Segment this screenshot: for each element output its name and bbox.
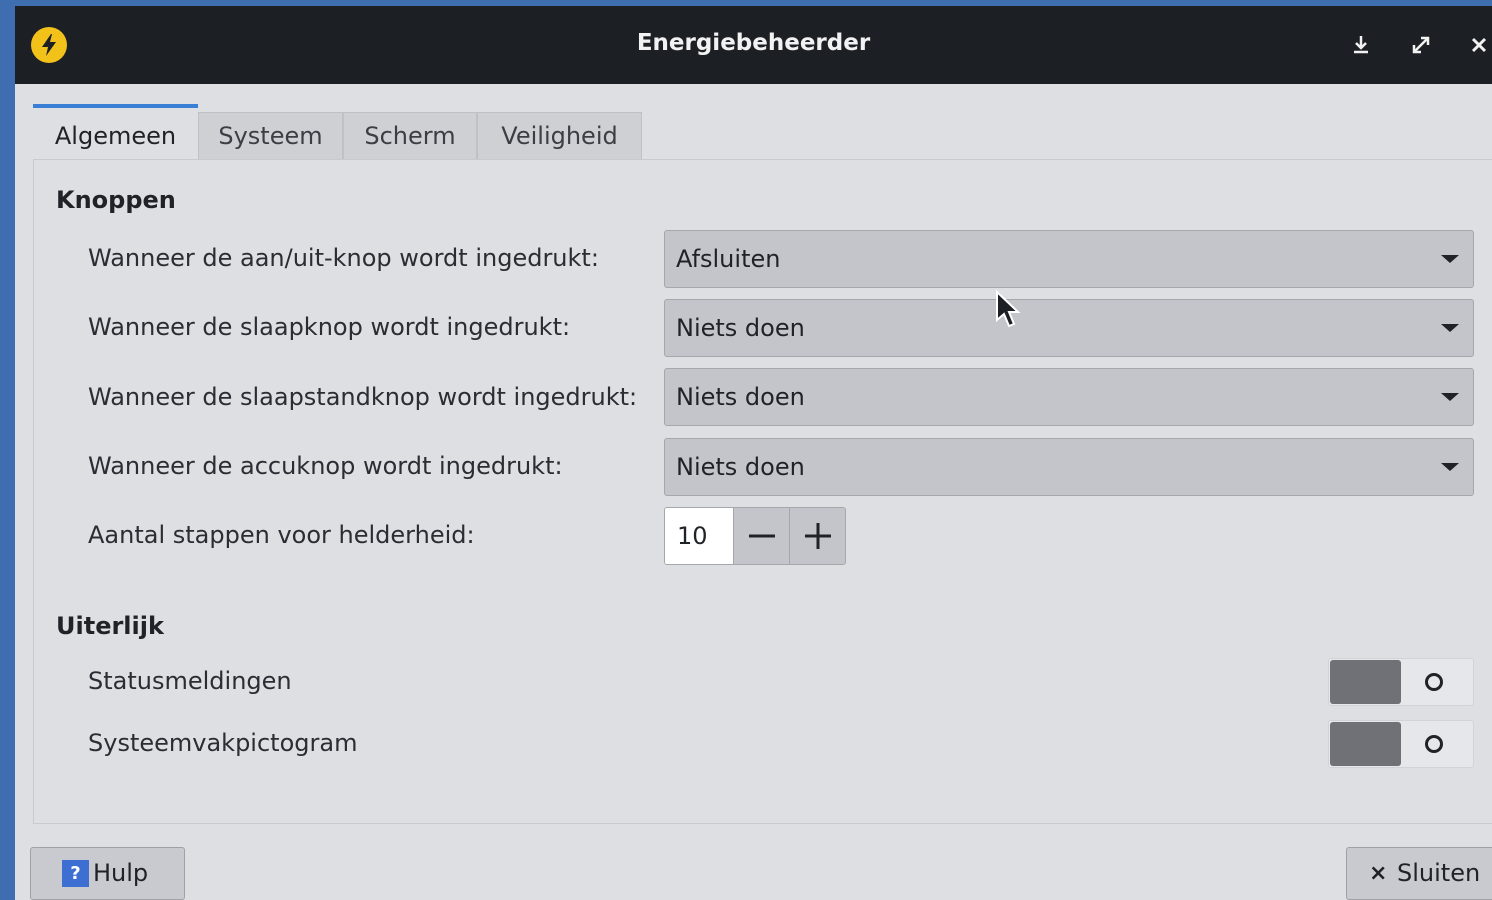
maximize-icon[interactable] xyxy=(1408,32,1434,58)
mouse-pointer-icon xyxy=(995,289,1021,334)
dropdown-value: Niets doen xyxy=(676,314,805,342)
section-heading-uiterlijk: Uiterlijk xyxy=(56,612,164,640)
power-manager-window: Energiebeheerder Algemeen Systeem Scherm… xyxy=(15,6,1492,900)
dropdown-value: Niets doen xyxy=(676,383,805,411)
tab-algemeen[interactable]: Algemeen xyxy=(33,104,198,160)
status-notifications-toggle[interactable] xyxy=(1328,658,1474,706)
chevron-down-icon xyxy=(1441,324,1459,332)
section-heading-knoppen: Knoppen xyxy=(56,186,176,214)
chevron-down-icon xyxy=(1441,393,1459,401)
power-button-dropdown[interactable]: Afsluiten xyxy=(664,230,1474,288)
brightness-steps-input[interactable]: 10 xyxy=(665,508,733,564)
toggle-knob xyxy=(1330,660,1401,704)
dropdown-value: Afsluiten xyxy=(676,245,781,273)
toggle-off-icon xyxy=(1425,673,1443,691)
increment-button[interactable] xyxy=(789,508,845,564)
close-icon[interactable] xyxy=(1466,32,1492,58)
chevron-down-icon xyxy=(1441,463,1459,471)
power-button-label: Wanneer de aan/uit-knop wordt ingedrukt: xyxy=(88,244,599,272)
help-button[interactable]: ? Hulp xyxy=(30,847,185,900)
minimize-icon[interactable] xyxy=(1348,32,1374,58)
tab-systeem[interactable]: Systeem xyxy=(198,112,343,159)
close-x-icon: × xyxy=(1369,861,1388,886)
chevron-down-icon xyxy=(1441,255,1459,263)
tab-veiligheid[interactable]: Veiligheid xyxy=(477,112,642,159)
toggle-knob xyxy=(1330,722,1401,766)
tab-scherm[interactable]: Scherm xyxy=(343,112,477,159)
help-button-label: Hulp xyxy=(93,859,149,887)
sleep-button-dropdown[interactable]: Niets doen xyxy=(664,299,1474,357)
close-button[interactable]: × Sluiten xyxy=(1346,847,1492,900)
help-icon: ? xyxy=(62,860,89,887)
window-title: Energiebeheerder xyxy=(636,30,871,56)
brightness-steps-spinner: 10 xyxy=(664,507,846,565)
brightness-steps-label: Aantal stappen voor helderheid: xyxy=(88,521,475,549)
close-button-label: Sluiten xyxy=(1397,859,1481,887)
decrement-button[interactable] xyxy=(733,508,789,564)
hibernate-button-dropdown[interactable]: Niets doen xyxy=(664,368,1474,426)
hibernate-button-label: Wanneer de slaapstandknop wordt ingedruk… xyxy=(88,383,638,411)
status-notifications-label: Statusmeldingen xyxy=(88,667,292,695)
battery-button-label: Wanneer de accuknop wordt ingedrukt: xyxy=(88,452,563,480)
sleep-button-label: Wanneer de slaapknop wordt ingedrukt: xyxy=(88,313,571,341)
battery-button-dropdown[interactable]: Niets doen xyxy=(664,438,1474,496)
tray-icon-label: Systeemvakpictogram xyxy=(88,729,358,757)
dropdown-value: Niets doen xyxy=(676,453,805,481)
title-bar[interactable]: Energiebeheerder xyxy=(15,6,1492,84)
tray-icon-toggle[interactable] xyxy=(1328,720,1474,768)
toggle-off-icon xyxy=(1425,735,1443,753)
